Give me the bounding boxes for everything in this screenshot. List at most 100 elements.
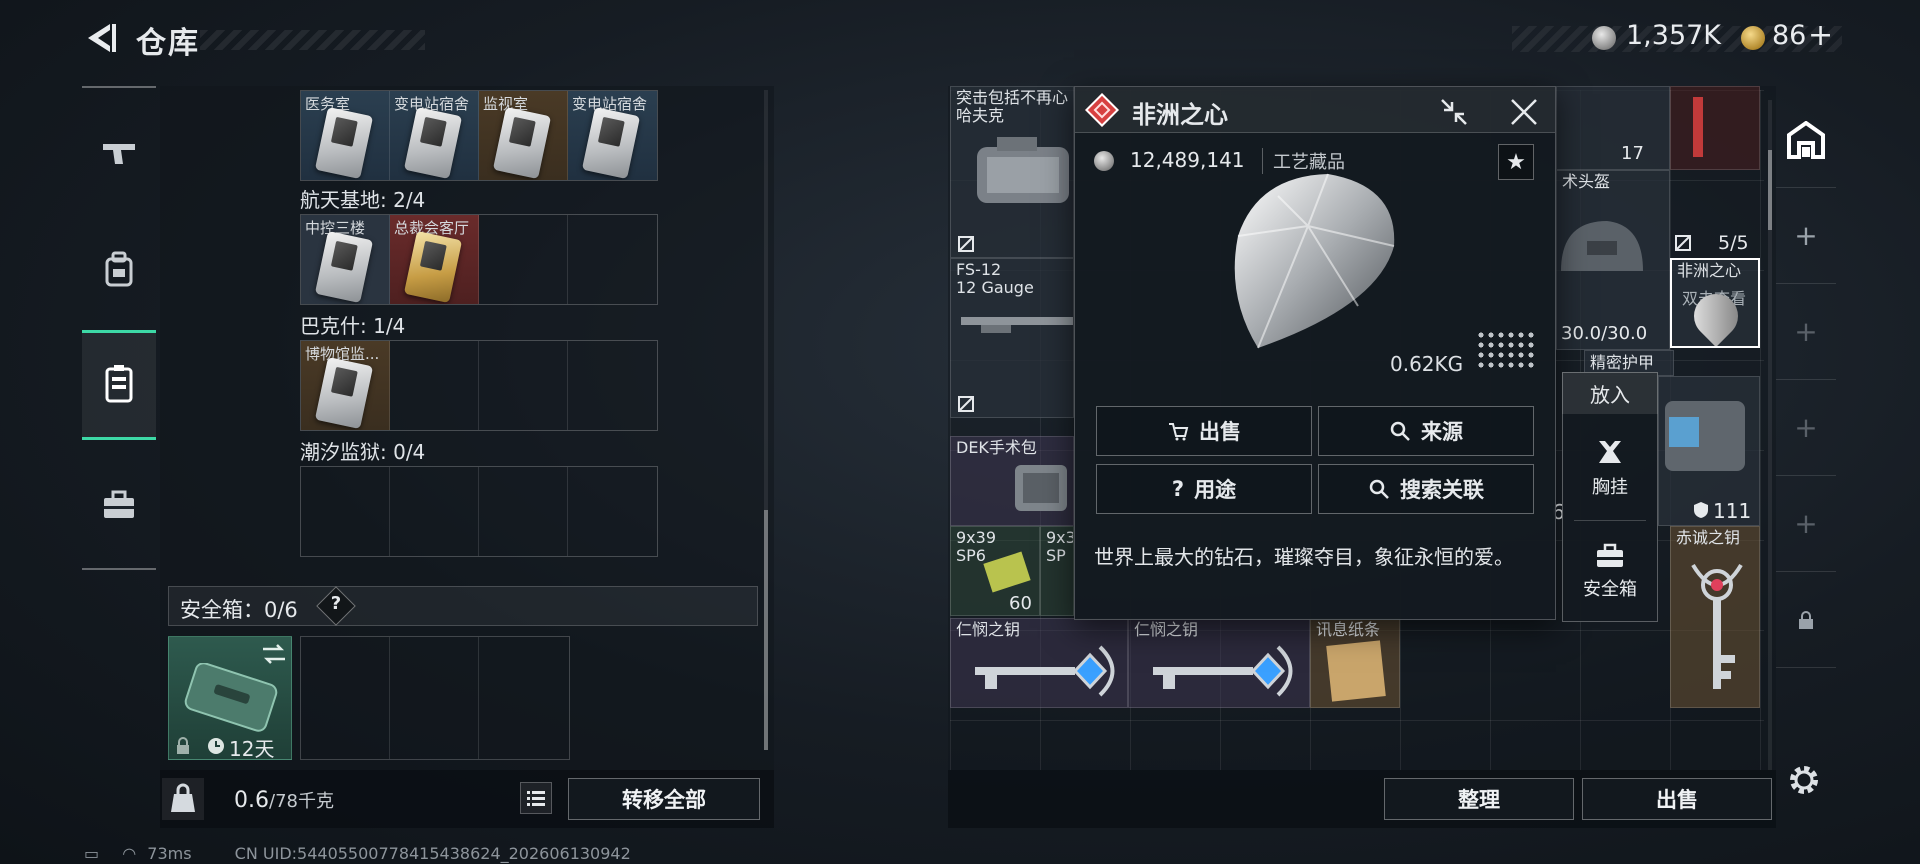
- stash-item-red-key[interactable]: 赤诚之钥: [1670, 526, 1760, 708]
- item-label: FS-12: [956, 260, 1002, 279]
- empty-slot[interactable]: [479, 467, 568, 556]
- sell-button[interactable]: 出售: [1582, 778, 1772, 820]
- keycard-slot[interactable]: 变电站宿舍: [568, 91, 657, 180]
- stash-item-weapon-part[interactable]: [1670, 86, 1760, 170]
- tab-backpack[interactable]: [82, 214, 156, 324]
- popup-sell-label: 出售: [1199, 420, 1241, 444]
- empty-slot[interactable]: [479, 215, 568, 304]
- empty-slot[interactable]: [301, 467, 390, 556]
- key-icon: [1691, 563, 1743, 689]
- status-bar: ▭ ◠ 73ms CN UID:544055007784154386​24_20…: [84, 844, 631, 863]
- keycard-slot[interactable]: 博物馆监...: [301, 341, 390, 430]
- item-label: 仁悯之钥: [956, 620, 1021, 639]
- close-icon[interactable]: [1508, 96, 1540, 128]
- page-title: 仓库: [136, 26, 200, 61]
- title-decor: [200, 30, 425, 50]
- no-insure-icon: [958, 236, 974, 252]
- put-into-chest-rig[interactable]: 胸挂: [1562, 420, 1658, 516]
- no-insure-icon: [958, 396, 974, 412]
- usage-button[interactable]: ? 用途: [1096, 464, 1312, 514]
- put-into-safe-box[interactable]: 安全箱: [1562, 524, 1658, 620]
- rail-lock[interactable]: [1776, 572, 1836, 668]
- safe-box-item[interactable]: 12天: [168, 636, 292, 761]
- tab-safe-box[interactable]: [82, 450, 156, 560]
- tab-chest-rig[interactable]: [82, 330, 156, 440]
- stash-item-armor[interactable]: 111: [1658, 376, 1760, 526]
- help-icon[interactable]: ?: [322, 593, 350, 621]
- item-weight: 0.62KG: [1390, 352, 1464, 376]
- tab-weapons[interactable]: [82, 98, 156, 208]
- source-label: 来源: [1421, 420, 1463, 444]
- rail-stash-tab[interactable]: [1776, 92, 1836, 188]
- empty-slot[interactable]: [568, 341, 657, 430]
- search-related-button[interactable]: 搜索关联: [1318, 464, 1534, 514]
- keycard-slot[interactable]: 医务室: [301, 91, 390, 180]
- empty-slot[interactable]: [479, 637, 568, 759]
- stash-item-helmet[interactable]: 术头盔 30.0/30.0: [1556, 170, 1670, 350]
- rail-add-button[interactable]: +: [1776, 188, 1836, 284]
- ammo-box-icon: [983, 551, 1031, 593]
- stash-item-med-kit[interactable]: DEK手术包: [950, 436, 1074, 526]
- backpack-icon: [105, 251, 133, 287]
- stack-count: 5/5: [1718, 232, 1749, 254]
- stash-item-ammo[interactable]: 9x39 SP6 60: [950, 526, 1040, 616]
- lock-icon: [177, 737, 189, 754]
- right-scrollbar-thumb[interactable]: [1768, 150, 1772, 230]
- collapse-icon[interactable]: [1438, 96, 1470, 128]
- empty-slot[interactable]: [390, 341, 479, 430]
- transfer-all-button[interactable]: 转移全部: [568, 778, 760, 820]
- silver-coin-icon: [1592, 26, 1616, 50]
- favorite-button[interactable]: ★: [1498, 144, 1534, 180]
- left-scrollbar-thumb[interactable]: [764, 510, 768, 750]
- keycard-slot[interactable]: 中控三楼: [301, 215, 390, 304]
- rail-add-button[interactable]: +: [1776, 476, 1836, 572]
- armor-icon: [1665, 401, 1745, 471]
- keycard-icon: [403, 106, 463, 180]
- user-uid: CN UID:544055007784154386​24_20260613094…: [234, 844, 631, 863]
- item-label: 精密护甲: [1590, 353, 1655, 372]
- stash-item-shotgun[interactable]: FS-12 12 Gauge: [950, 258, 1074, 418]
- popup-sell-button[interactable]: 出售: [1096, 406, 1312, 456]
- keycard-row-2: 中控三楼 总裁会客厅: [300, 214, 658, 305]
- back-icon[interactable]: [80, 18, 120, 58]
- keycard-slot[interactable]: 总裁会客厅: [390, 215, 479, 304]
- swap-icon[interactable]: [261, 643, 287, 665]
- item-label: 12 Gauge: [956, 278, 1034, 297]
- item-label: 讯息纸条: [1316, 620, 1381, 639]
- empty-slot[interactable]: [568, 215, 657, 304]
- empty-slot[interactable]: [390, 637, 479, 759]
- stash-item-note[interactable]: 讯息纸条: [1310, 618, 1400, 708]
- source-button[interactable]: 来源: [1318, 406, 1534, 456]
- search-related-label: 搜索关联: [1400, 478, 1484, 502]
- rail-add-button[interactable]: +: [1776, 380, 1836, 476]
- keycard-icon: [492, 106, 552, 180]
- popup-title: 非洲之心: [1132, 101, 1228, 129]
- stash-item-key[interactable]: 仁悯之钥: [950, 618, 1128, 708]
- sort-button[interactable]: 整理: [1384, 778, 1574, 820]
- usage-label: 用途: [1194, 478, 1237, 502]
- list-view-button[interactable]: [520, 782, 552, 814]
- stash-item-heart-of-africa[interactable]: 非洲之心 双击查看: [1670, 258, 1760, 348]
- item-description: 世界上最大的钻石，璀璨夺目，象征永恒的爱。: [1094, 545, 1514, 569]
- shield-icon: [1694, 502, 1708, 518]
- briefcase-icon: [1597, 543, 1623, 567]
- weight-icon: [171, 783, 195, 812]
- keycard-icon: [314, 106, 374, 180]
- empty-slot[interactable]: [568, 467, 657, 556]
- keycard-slot[interactable]: 监视室: [479, 91, 568, 180]
- add-currency-button[interactable]: +: [1808, 18, 1833, 53]
- vest-icon: [105, 365, 133, 403]
- keycard-slot[interactable]: 变电站宿舍: [390, 91, 479, 180]
- item-label: 9x3: [1046, 528, 1074, 547]
- safe-box-title: 安全箱：0/6: [180, 598, 298, 622]
- empty-slot[interactable]: [301, 637, 390, 759]
- rail-add-button[interactable]: +: [1776, 284, 1836, 380]
- empty-slot[interactable]: [390, 467, 479, 556]
- empty-slot[interactable]: [479, 341, 568, 430]
- stash-item-vest[interactable]: 突击包括不再心 哈夫克: [950, 86, 1074, 258]
- price-coin-icon: [1094, 151, 1114, 171]
- stash-item-ammo[interactable]: 9x3 SP: [1040, 526, 1074, 616]
- stash-item-key[interactable]: 仁悯之钥: [1128, 618, 1310, 708]
- stash-item-gear[interactable]: 17: [1556, 86, 1670, 170]
- gear-icon[interactable]: [1786, 762, 1822, 798]
